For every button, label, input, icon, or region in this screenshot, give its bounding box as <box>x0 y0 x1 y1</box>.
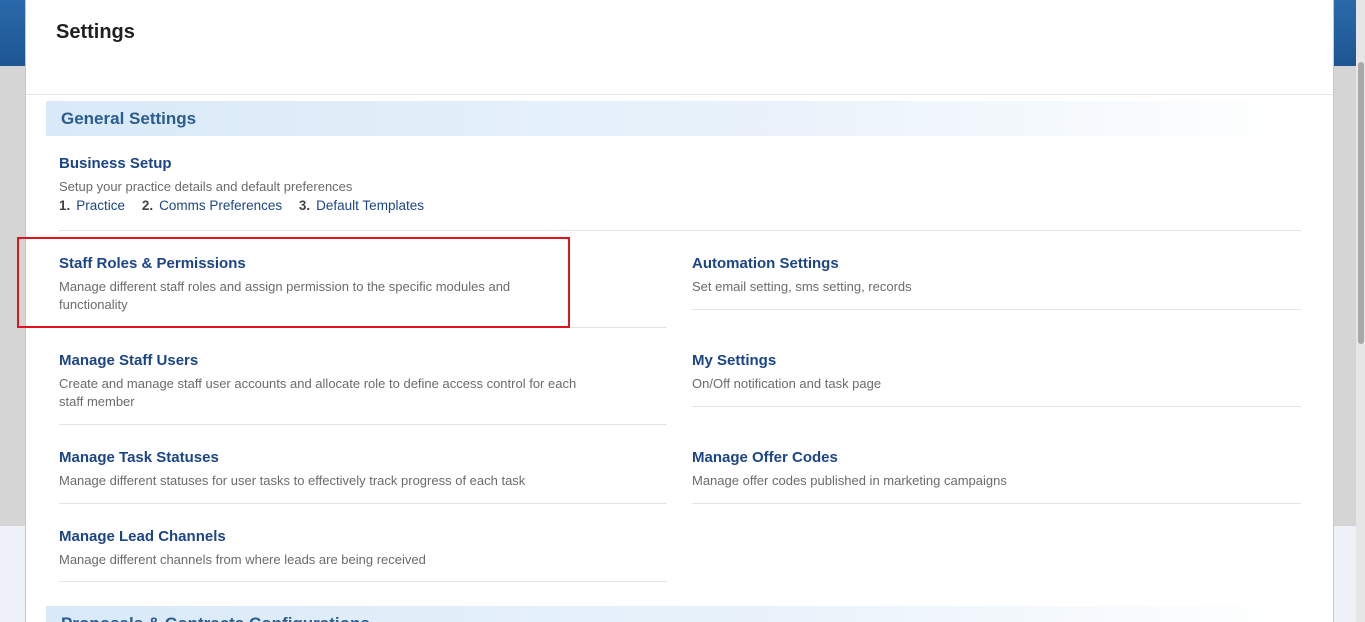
manage-offer-codes-link[interactable]: Manage Offer Codes <box>692 449 838 466</box>
page-title: Settings <box>56 21 135 43</box>
business-setup-link[interactable]: Business Setup <box>59 155 172 172</box>
my-settings-description: On/Off notification and task page <box>692 376 882 391</box>
link-number: 3. <box>298 198 311 213</box>
business-setup-links: 1. Practice 2. Comms Preferences 3. Default… <box>59 198 437 213</box>
divider <box>692 503 1301 504</box>
automation-settings-link[interactable]: Automation Settings <box>692 255 839 272</box>
task-statuses-description: Manage different statuses for user tasks… <box>59 473 526 488</box>
section-proposals-contracts: Proposals & Contracts Configurations <box>46 606 1301 622</box>
my-settings-item: My Settings On/Off notification and task… <box>692 352 1301 407</box>
scrollbar-thumb[interactable] <box>1358 62 1364 344</box>
manage-task-statuses-link[interactable]: Manage Task Statuses <box>59 449 219 466</box>
divider <box>59 424 667 425</box>
staff-users-description: Create and manage staff user accounts an… <box>59 376 577 409</box>
staff-users-item: Manage Staff Users Create and manage sta… <box>59 352 667 425</box>
comms-preferences-link[interactable]: Comms Preferences <box>159 198 282 213</box>
section-general-settings: General Settings <box>46 101 1301 136</box>
link-number: 2. <box>141 198 154 213</box>
divider <box>59 581 667 582</box>
task-statuses-item: Manage Task Statuses Manage different st… <box>59 449 667 504</box>
highlight-box <box>17 237 570 328</box>
automation-settings-description: Set email setting, sms setting, records <box>692 279 912 294</box>
offer-codes-description: Manage offer codes published in marketin… <box>692 473 1007 488</box>
manage-staff-users-link[interactable]: Manage Staff Users <box>59 352 198 369</box>
practice-link[interactable]: Practice <box>76 198 125 213</box>
divider <box>692 406 1301 407</box>
divider <box>59 230 1301 231</box>
default-templates-link[interactable]: Default Templates <box>316 198 424 213</box>
section-title: Proposals & Contracts Configurations <box>61 614 370 622</box>
offer-codes-item: Manage Offer Codes Manage offer codes pu… <box>692 449 1301 504</box>
business-setup-item: Business Setup Setup your practice detai… <box>59 155 1301 231</box>
manage-lead-channels-link[interactable]: Manage Lead Channels <box>59 528 226 545</box>
lead-channels-item: Manage Lead Channels Manage different ch… <box>59 528 667 582</box>
divider <box>59 503 667 504</box>
business-setup-description: Setup your practice details and default … <box>59 179 353 194</box>
section-title: General Settings <box>61 109 197 128</box>
divider <box>692 309 1301 310</box>
title-divider <box>26 94 1333 95</box>
automation-settings-item: Automation Settings Set email setting, s… <box>692 255 1301 310</box>
my-settings-link[interactable]: My Settings <box>692 352 776 369</box>
link-number: 1. <box>59 198 71 213</box>
lead-channels-description: Manage different channels from where lea… <box>59 552 426 567</box>
